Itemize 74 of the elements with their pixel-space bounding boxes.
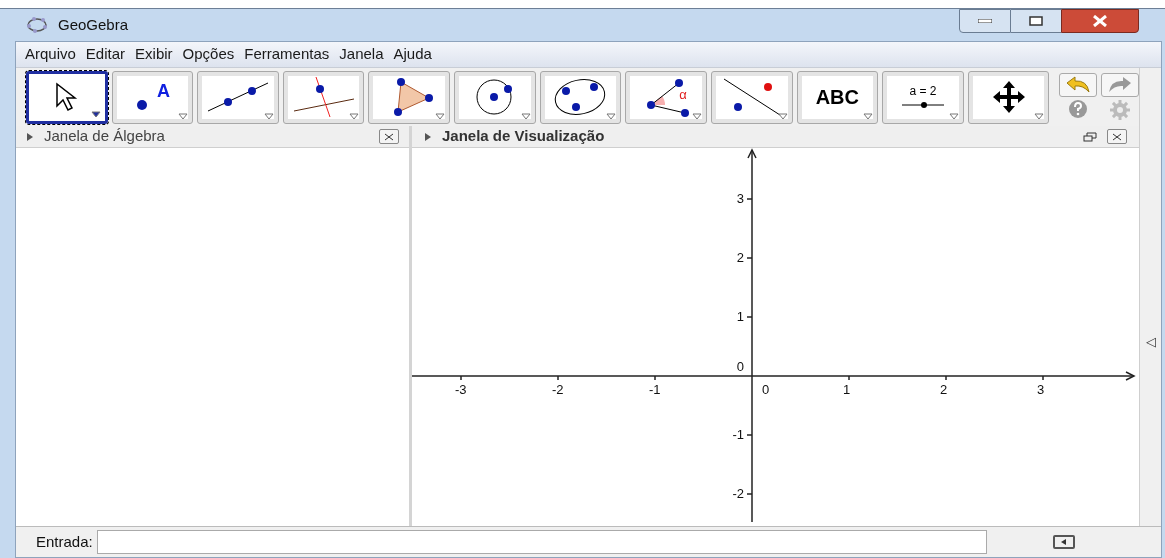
tool-button[interactable] <box>454 70 536 124</box>
menu-item[interactable]: Exibir <box>135 43 173 66</box>
y-axis-label: 3 <box>735 192 744 205</box>
tool-button[interactable] <box>368 70 451 124</box>
tool-button[interactable] <box>967 70 1050 124</box>
input-label: Entrada: <box>36 531 93 552</box>
dropdown-triangle-icon <box>948 112 959 120</box>
x-axis-label: 3 <box>1037 383 1045 396</box>
x-axis-label: -3 <box>455 383 467 396</box>
menu-item[interactable]: Arquivo <box>25 43 76 66</box>
cursor-icon <box>53 82 80 112</box>
dropdown-triangle-icon <box>777 112 788 120</box>
undo-button[interactable] <box>1059 73 1098 97</box>
dropdown-triangle-icon <box>606 112 617 120</box>
tool-button[interactable]: a = 2 <box>882 70 964 124</box>
close-panel-button[interactable] <box>1107 129 1127 144</box>
tool-button[interactable] <box>197 70 279 124</box>
x-axis-label: -2 <box>552 383 564 396</box>
dropdown-triangle-icon <box>691 112 702 120</box>
close-icon <box>1092 15 1108 27</box>
y-axis-label: 1 <box>735 310 744 323</box>
x-axis-label: 0 <box>762 383 770 396</box>
panel-title: Janela de Visualização <box>442 126 606 147</box>
collapse-triangle-icon <box>424 131 432 142</box>
minimize-icon <box>978 19 992 23</box>
menu-item[interactable]: Opções <box>182 43 235 66</box>
dropdown-triangle-icon <box>435 112 446 120</box>
close-icon <box>384 132 394 141</box>
app-logo-icon <box>26 17 48 33</box>
dropdown-triangle-icon <box>90 110 101 118</box>
dropdown-triangle-icon <box>263 112 274 120</box>
side-panel-toggle[interactable]: ◁ <box>1145 332 1156 352</box>
tool-button[interactable]: α <box>625 70 707 124</box>
tool-button[interactable]: ABC <box>796 70 879 124</box>
tool-button[interactable] <box>710 70 793 124</box>
left-triangle-icon <box>1061 539 1067 545</box>
input-field[interactable] <box>96 530 987 554</box>
y-axis-label: -1 <box>731 428 744 441</box>
undo-arrow-icon <box>1065 76 1092 94</box>
dropdown-triangle-icon <box>863 112 874 120</box>
dropdown-triangle-icon <box>1034 112 1045 120</box>
dropdown-triangle-icon <box>520 112 531 120</box>
perpendicular-line-icon <box>291 77 356 117</box>
slider-icon <box>899 101 946 109</box>
tool-button[interactable] <box>26 70 108 124</box>
restore-window-icon[interactable] <box>1083 131 1097 142</box>
x-axis-label: 1 <box>843 383 851 396</box>
minimize-button[interactable] <box>959 9 1011 33</box>
panel-title: Janela de Álgebra <box>44 126 166 147</box>
menu-item[interactable]: Ajuda <box>393 43 432 66</box>
window-title: GeoGebra <box>58 14 129 35</box>
close-window-button[interactable] <box>1061 9 1139 33</box>
y-axis-label: 0 <box>735 360 744 373</box>
close-icon <box>1112 132 1122 141</box>
y-axis-label: -2 <box>731 487 744 500</box>
dropdown-triangle-icon <box>178 112 189 120</box>
tool-button[interactable]: A <box>111 70 194 124</box>
collapse-triangle-icon <box>26 131 34 142</box>
x-axis-label: -1 <box>649 383 661 396</box>
close-panel-button[interactable] <box>379 129 399 144</box>
angle-icon <box>645 77 692 117</box>
point-icon <box>134 98 149 112</box>
dropdown-triangle-icon <box>349 112 360 120</box>
maximize-icon <box>1029 16 1043 26</box>
menu-item[interactable]: Editar <box>85 43 126 66</box>
menu-item[interactable]: Ferramentas <box>244 43 330 66</box>
x-axis-label: 2 <box>940 383 948 396</box>
help-icon[interactable] <box>1068 99 1089 119</box>
maximize-button[interactable] <box>1011 9 1061 33</box>
redo-button[interactable] <box>1101 73 1140 97</box>
keyboard-toggle-button[interactable] <box>1053 535 1075 549</box>
tool-button[interactable] <box>539 70 622 124</box>
menu-item[interactable]: Janela <box>339 43 384 66</box>
y-axis-label: 2 <box>735 251 744 264</box>
